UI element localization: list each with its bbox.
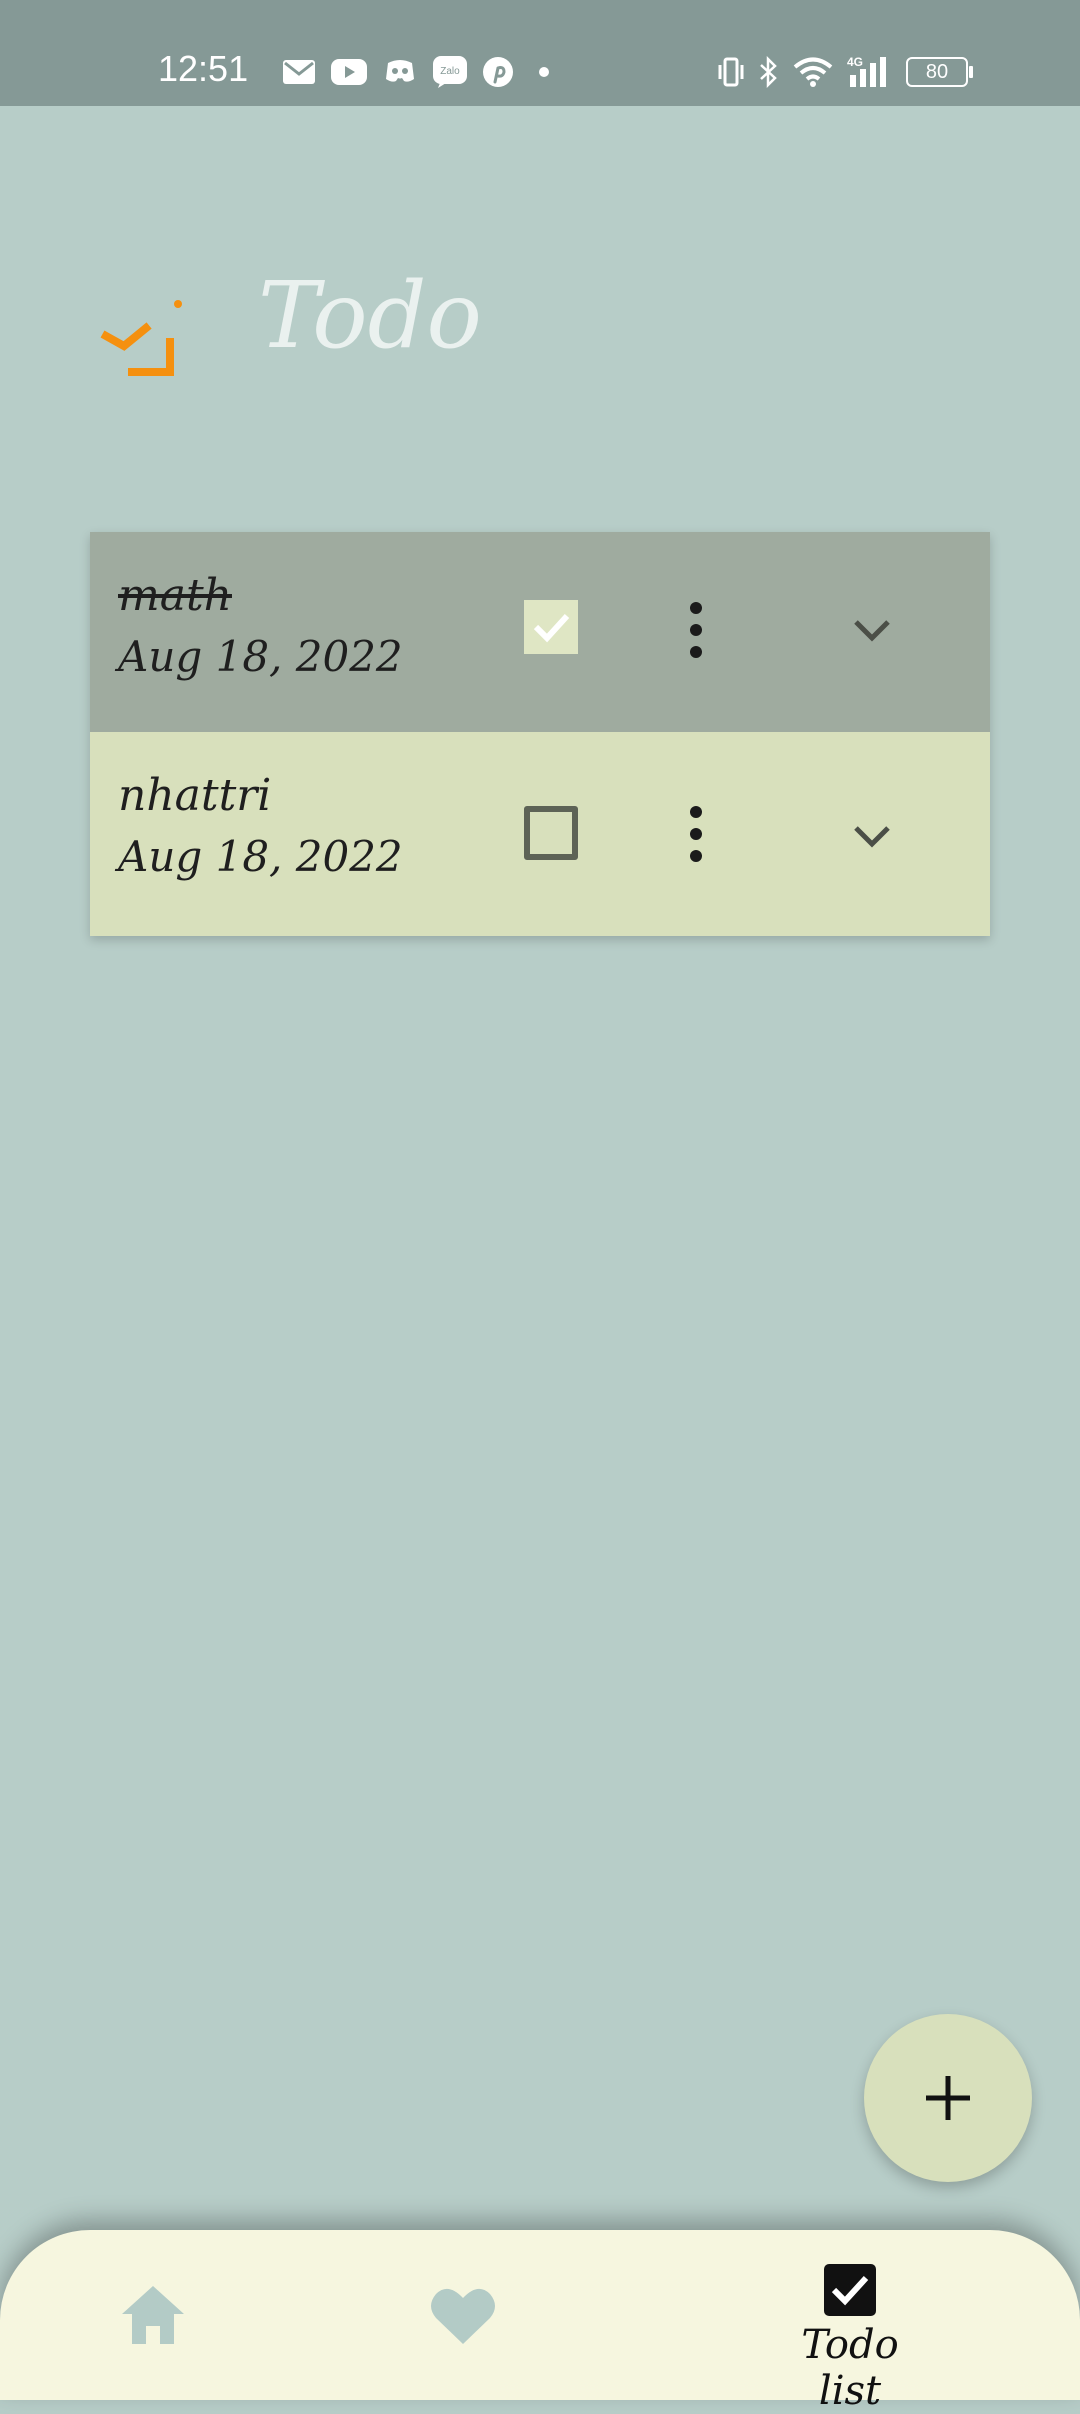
plus-icon [926,2076,970,2120]
check-icon [533,613,570,643]
heart-icon[interactable] [428,2282,498,2348]
todo-title: nhattri [118,770,272,821]
status-time: 12:51 [158,48,249,89]
todo-checkbox-checked[interactable] [524,600,578,654]
battery-icon: 80 [906,57,973,87]
wifi-icon [793,57,833,87]
todo-checkbox[interactable] [524,806,578,860]
svg-text:Zalo: Zalo [440,66,460,77]
add-todo-button[interactable] [864,2014,1032,2182]
zalo-icon: Zalo [433,56,467,88]
vibrate-icon [718,57,744,87]
bluetooth-icon [760,56,777,88]
mail-icon [283,60,315,84]
battery-level: 80 [925,61,949,83]
discord-icon [386,60,414,82]
signal-icon: 4G [847,55,886,87]
network-type: 4G [847,55,863,69]
more-vert-icon[interactable] [676,802,716,866]
page-title: Todo [258,262,482,369]
chevron-down-icon[interactable] [850,608,894,652]
more-vert-icon[interactable] [676,598,716,662]
bottom-nav: Todo list [0,2230,1080,2414]
pinterest-icon [483,57,513,87]
todo-list: math Aug 18, 2022 nhattri Aug 18, 2022 [90,532,990,936]
todo-title: math [118,570,232,621]
todo-date: Aug 18, 2022 [118,832,403,881]
system-icons: 4G 80 [716,52,973,92]
todo-date: Aug 18, 2022 [118,632,403,681]
checkbox-icon [824,2264,876,2316]
todo-logo-icon [100,300,182,376]
todo-item[interactable]: math Aug 18, 2022 [90,532,990,732]
nav-item-label: Todo list [801,2322,899,2414]
notification-icons: Zalo [282,52,554,92]
nav-item-todo-list[interactable]: Todo list [780,2262,920,2414]
youtube-icon [331,59,367,85]
home-icon[interactable] [118,2282,188,2348]
status-bar: 12:51 Zalo 4G 80 [0,0,1080,106]
todo-item[interactable]: nhattri Aug 18, 2022 [90,732,990,936]
chevron-down-icon[interactable] [850,814,894,858]
dot-icon [539,67,549,77]
